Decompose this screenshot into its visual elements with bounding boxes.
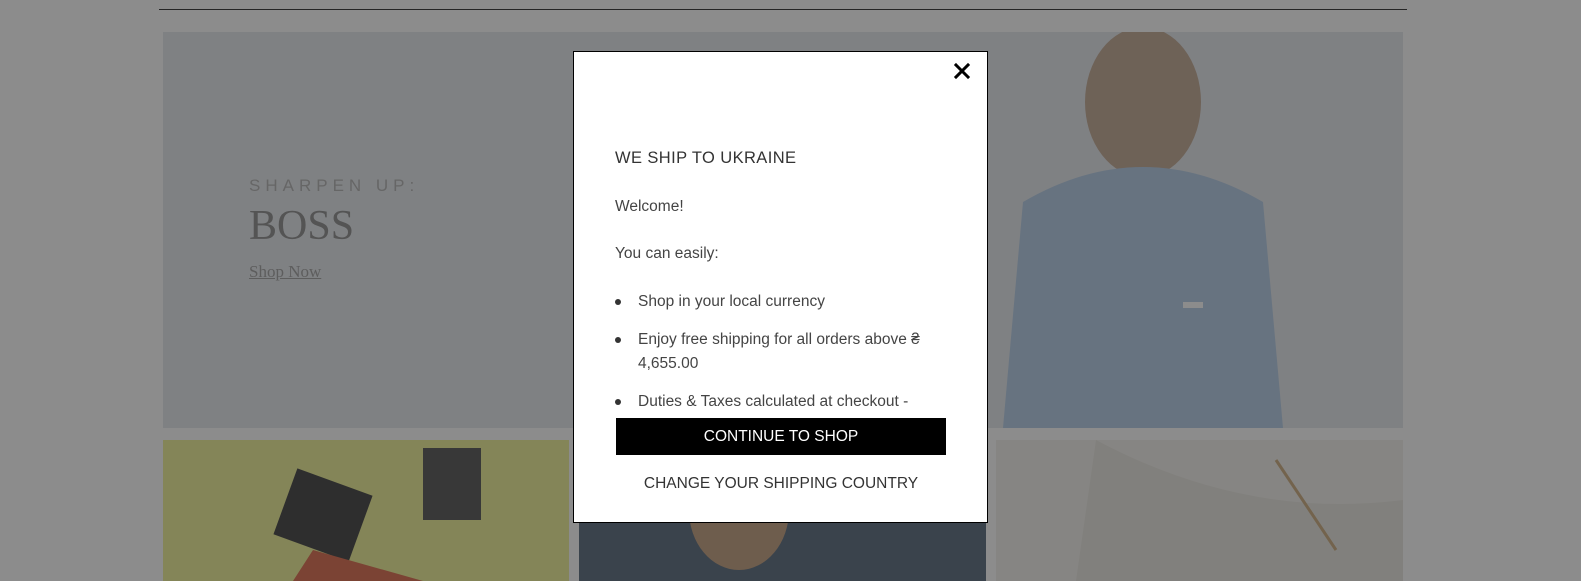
bullet-dot: [615, 299, 621, 305]
shipping-modal: WE SHIP TO UKRAINE Welcome! You can easi…: [573, 51, 988, 523]
close-icon[interactable]: [951, 60, 973, 82]
list-item: Shop in your local currency: [615, 290, 945, 314]
bullet-dot: [615, 399, 621, 405]
benefit-text: Enjoy free shipping for all orders above…: [638, 331, 920, 372]
bullet-dot: [615, 337, 621, 343]
intro-text: You can easily:: [615, 245, 719, 262]
list-item: Enjoy free shipping for all orders above…: [615, 328, 945, 376]
change-shipping-country-link[interactable]: CHANGE YOUR SHIPPING COUNTRY: [616, 474, 946, 494]
welcome-text: Welcome!: [615, 198, 684, 215]
continue-to-shop-button[interactable]: CONTINUE TO SHOP: [616, 418, 946, 455]
benefit-text: Shop in your local currency: [638, 293, 825, 310]
modal-title: WE SHIP TO UKRAINE: [615, 149, 797, 167]
